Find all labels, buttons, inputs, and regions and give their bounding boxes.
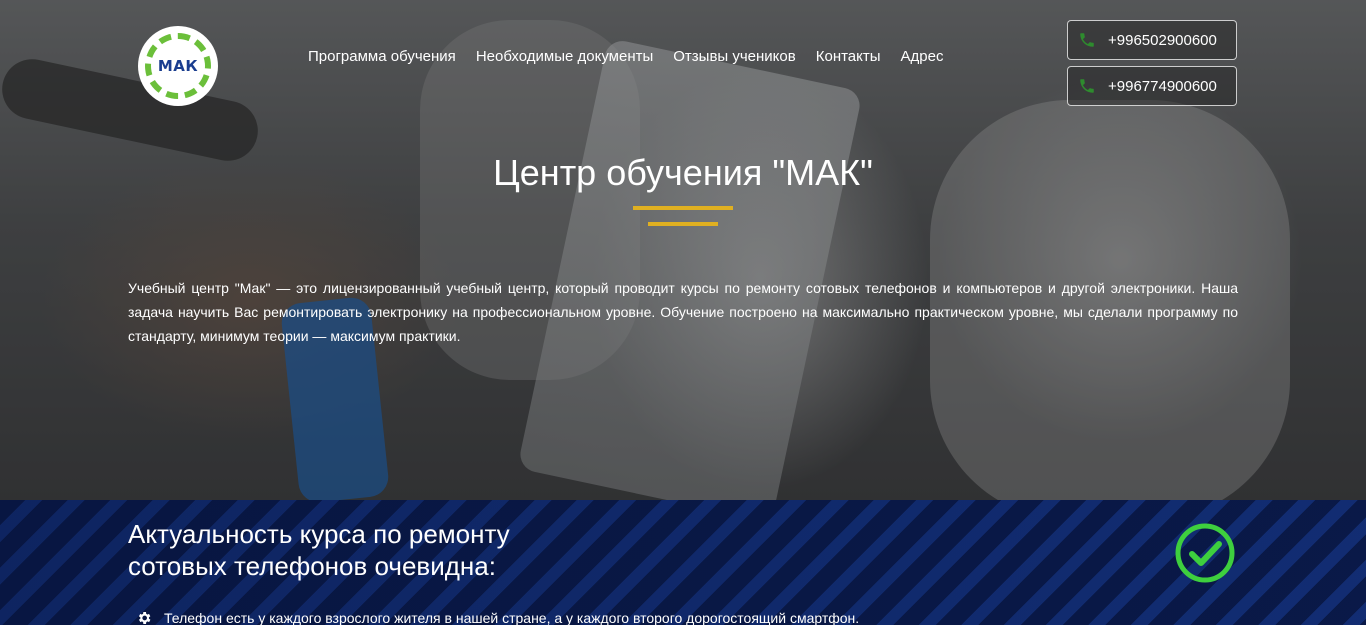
phone-icon bbox=[1078, 77, 1096, 95]
hero-section: МАК Программа обучения Необходимые докум… bbox=[0, 0, 1366, 500]
phone-number-2: +996774900600 bbox=[1108, 77, 1217, 95]
check-circle-icon bbox=[1175, 523, 1235, 583]
main-nav: Программа обучения Необходимые документы… bbox=[308, 48, 943, 65]
list-item-text: Телефон есть у каждого взрослого жителя … bbox=[164, 610, 860, 625]
nav-item-documents[interactable]: Необходимые документы bbox=[476, 48, 653, 65]
relevance-section: Актуальность курса по ремонту сотовых те… bbox=[0, 500, 1366, 625]
list-item: Телефон есть у каждого взрослого жителя … bbox=[136, 610, 859, 625]
nav-item-program[interactable]: Программа обучения bbox=[308, 48, 456, 65]
logo-text: МАК bbox=[157, 57, 199, 75]
title-underline-long bbox=[633, 206, 733, 210]
logo-gear-icon: МАК bbox=[145, 33, 211, 99]
nav-item-address[interactable]: Адрес bbox=[901, 48, 944, 65]
phone-icon bbox=[1078, 31, 1096, 49]
phone-number-1: +996502900600 bbox=[1108, 31, 1217, 49]
nav-item-contacts[interactable]: Контакты bbox=[816, 48, 881, 65]
logo[interactable]: МАК bbox=[138, 26, 218, 106]
phone-button-1[interactable]: +996502900600 bbox=[1067, 20, 1237, 60]
relevance-title: Актуальность курса по ремонту сотовых те… bbox=[128, 518, 648, 582]
page-title: Центр обучения "МАК" bbox=[493, 152, 873, 193]
gear-icon bbox=[138, 612, 151, 624]
relevance-title-line-2: сотовых телефонов очевидна: bbox=[128, 551, 496, 581]
phone-button-2[interactable]: +996774900600 bbox=[1067, 66, 1237, 106]
relevance-title-line-1: Актуальность курса по ремонту bbox=[128, 519, 510, 549]
nav-item-reviews[interactable]: Отзывы учеников bbox=[673, 48, 795, 65]
title-underline-short bbox=[648, 222, 718, 226]
hero-description: Учебный центр "Мак" — это лицензированны… bbox=[128, 280, 1238, 344]
